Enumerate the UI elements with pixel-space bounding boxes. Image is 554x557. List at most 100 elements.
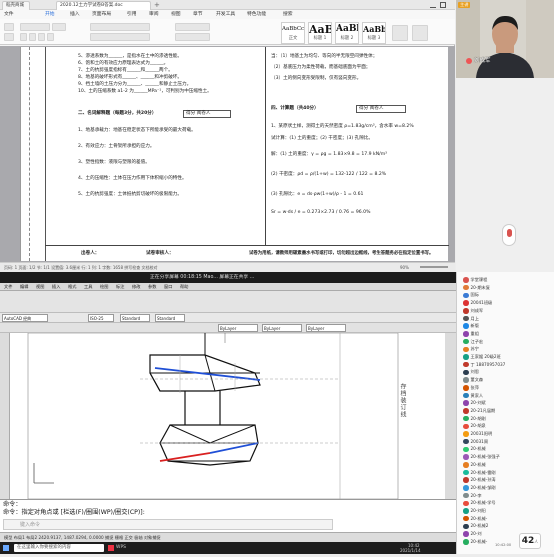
participant-row[interactable]: 20-机械 [463, 461, 551, 469]
score-box: 得分 阅卷人 [356, 105, 406, 113]
participant-row[interactable]: 20-机械-雷刚 [463, 469, 551, 477]
cad-menu-view[interactable]: 视图 [36, 283, 44, 291]
command-input[interactable]: 键入命令 [3, 519, 333, 530]
participant-row[interactable]: 丁 18870957037 [463, 361, 551, 369]
participant-row[interactable]: 20031阳明 [463, 430, 551, 438]
participant-row[interactable]: 20-机械-学号 [463, 499, 551, 507]
participant-row[interactable]: 20-机械 [463, 445, 551, 453]
cad-menu-dimension[interactable]: 标注 [116, 283, 124, 291]
paste-icon[interactable] [4, 23, 14, 31]
dimstyle-select[interactable]: ISO-25 [88, 314, 114, 322]
find-replace-icon[interactable] [412, 25, 428, 41]
menu-section[interactable]: 章节 [193, 10, 203, 19]
zoom-level[interactable]: 90% [400, 263, 409, 272]
participant-row[interactable]: 20-胡泉 [463, 422, 551, 430]
participant-row[interactable]: 王家嫂 20级2班 [463, 353, 551, 361]
menu-file[interactable]: 文件 [4, 10, 14, 19]
style-heading3[interactable]: AaBb(标题 3 [362, 22, 386, 44]
start-icon[interactable] [3, 545, 9, 551]
italic-icon[interactable] [29, 33, 36, 41]
participant-row[interactable]: 20-机械- [463, 515, 551, 523]
new-tab-icon[interactable]: + [154, 1, 160, 9]
new-style-icon[interactable] [392, 25, 408, 41]
participant-row[interactable]: 苏宁 [463, 345, 551, 353]
bold-icon[interactable] [20, 33, 27, 41]
tab-home-store[interactable]: 稻壳商城 [2, 1, 30, 10]
format-painter-icon[interactable] [4, 33, 14, 41]
alignment-tools[interactable] [90, 33, 150, 41]
cad-menu-modify[interactable]: 修改 [132, 283, 140, 291]
command-line[interactable]: 命令： 命令：指定对角点或 [栏选(F)/圈围(WP)/圈交(CP)]: 键入命… [0, 499, 456, 532]
cad-menu-file[interactable]: 文件 [4, 283, 12, 291]
menu-review[interactable]: 审阅 [149, 10, 159, 19]
color-select[interactable]: ByLayer [218, 324, 258, 332]
zoom-slider[interactable] [420, 266, 448, 268]
participant-row[interactable]: 月上 [463, 315, 551, 323]
font-size-select[interactable] [52, 23, 66, 31]
participant-row[interactable]: 20-胡刚 [463, 415, 551, 423]
participant-row[interactable]: 20-机械2 [463, 522, 551, 530]
participant-row[interactable]: 20041班级 [463, 299, 551, 307]
menu-view[interactable]: 视图 [171, 10, 181, 19]
menu-insert[interactable]: 插入 [70, 10, 80, 19]
minimize-icon[interactable] [430, 2, 436, 8]
participant-row[interactable]: 20-机械-孙涛 [463, 476, 551, 484]
menu-search[interactable]: 搜索 [283, 10, 293, 19]
participant-row[interactable]: 20-李 [463, 492, 551, 500]
menu-home[interactable]: 开始 [45, 10, 55, 19]
participant-row[interactable]: 20-机械-张强子 [463, 453, 551, 461]
cad-menu-parametric[interactable]: 参数 [148, 283, 156, 291]
font-color-icon[interactable] [47, 33, 54, 41]
participant-avatar [463, 323, 469, 329]
participant-row[interactable]: 重组 [463, 330, 551, 338]
style-heading2[interactable]: AaBb(标题 2 [335, 22, 359, 44]
font-family-select[interactable] [20, 23, 50, 31]
lineweight-select[interactable]: ByLayer [306, 324, 346, 332]
cad-modify-toolbar[interactable] [445, 333, 456, 499]
style-normal[interactable]: AaBbCcDd正文 [281, 22, 305, 44]
participant-row[interactable]: 江子宏 [463, 338, 551, 346]
participant-row[interactable]: 学堂课程 [463, 276, 551, 284]
participant-row[interactable]: 董文森 [463, 376, 551, 384]
maximize-icon[interactable] [440, 2, 446, 8]
cad-draw-toolbar[interactable] [0, 333, 10, 499]
cad-menu-tools[interactable]: 工具 [84, 283, 92, 291]
participant-row[interactable]: 20-21凡届期 [463, 407, 551, 415]
list-tools[interactable] [175, 23, 210, 31]
menu-references[interactable]: 引用 [127, 10, 137, 19]
participant-row[interactable]: 新版 [463, 322, 551, 330]
participant-row[interactable]: 20-机械-邹刚 [463, 484, 551, 492]
cad-menu-help[interactable]: 帮助 [180, 283, 188, 291]
paragraph-tools[interactable] [90, 23, 150, 31]
participant-row[interactable]: 20-刘阳 [463, 507, 551, 515]
menu-layout[interactable]: 页面布局 [92, 10, 111, 19]
workspace-select[interactable]: AutoCAD 经典 [2, 314, 48, 322]
participant-row[interactable]: 国际 [463, 291, 551, 299]
participant-row[interactable]: 20-刘斌 [463, 399, 551, 407]
mleaderstyle-select[interactable]: Standard [155, 314, 185, 322]
indent-tools[interactable] [175, 33, 210, 41]
cad-menu-window[interactable]: 窗口 [164, 283, 172, 291]
document-page[interactable]: 5、渗透系数为______，是指水在土中的渗透性能。 6、饱和土的有效应力原理表… [20, 47, 449, 261]
participant-row[interactable]: 刘思 [463, 368, 551, 376]
participant-row[interactable]: 张萍 [463, 384, 551, 392]
linetype-select[interactable]: ByLayer [262, 324, 302, 332]
cad-menu-edit[interactable]: 编辑 [20, 283, 28, 291]
participant-row[interactable]: 黄家人 [463, 392, 551, 400]
tab-document[interactable]: 2020.12土力学试卷B答案.doc [56, 1, 151, 10]
cad-menu-insert[interactable]: 插入 [52, 283, 60, 291]
mic-toggle-icon[interactable] [502, 224, 516, 246]
cad-drawing-canvas[interactable]: 存档装订线 [10, 332, 445, 500]
wps-taskbar-icon[interactable] [108, 545, 114, 551]
tablestyle-select[interactable]: Standard [120, 314, 150, 322]
attendee-count-badge[interactable]: 42人 [519, 533, 541, 549]
menu-developer[interactable]: 开发工具 [216, 10, 235, 19]
underline-icon[interactable] [38, 33, 45, 41]
participant-row[interactable]: 刘成军 [463, 307, 551, 315]
participant-row[interactable]: 20031周 [463, 438, 551, 446]
style-heading1[interactable]: AaB 标题 1 [308, 22, 332, 44]
participant-row[interactable]: 20-期末复 [463, 284, 551, 292]
menu-special[interactable]: 特色功能 [247, 10, 266, 19]
cad-menu-format[interactable]: 格式 [68, 283, 76, 291]
cad-menu-draw[interactable]: 绘图 [100, 283, 108, 291]
